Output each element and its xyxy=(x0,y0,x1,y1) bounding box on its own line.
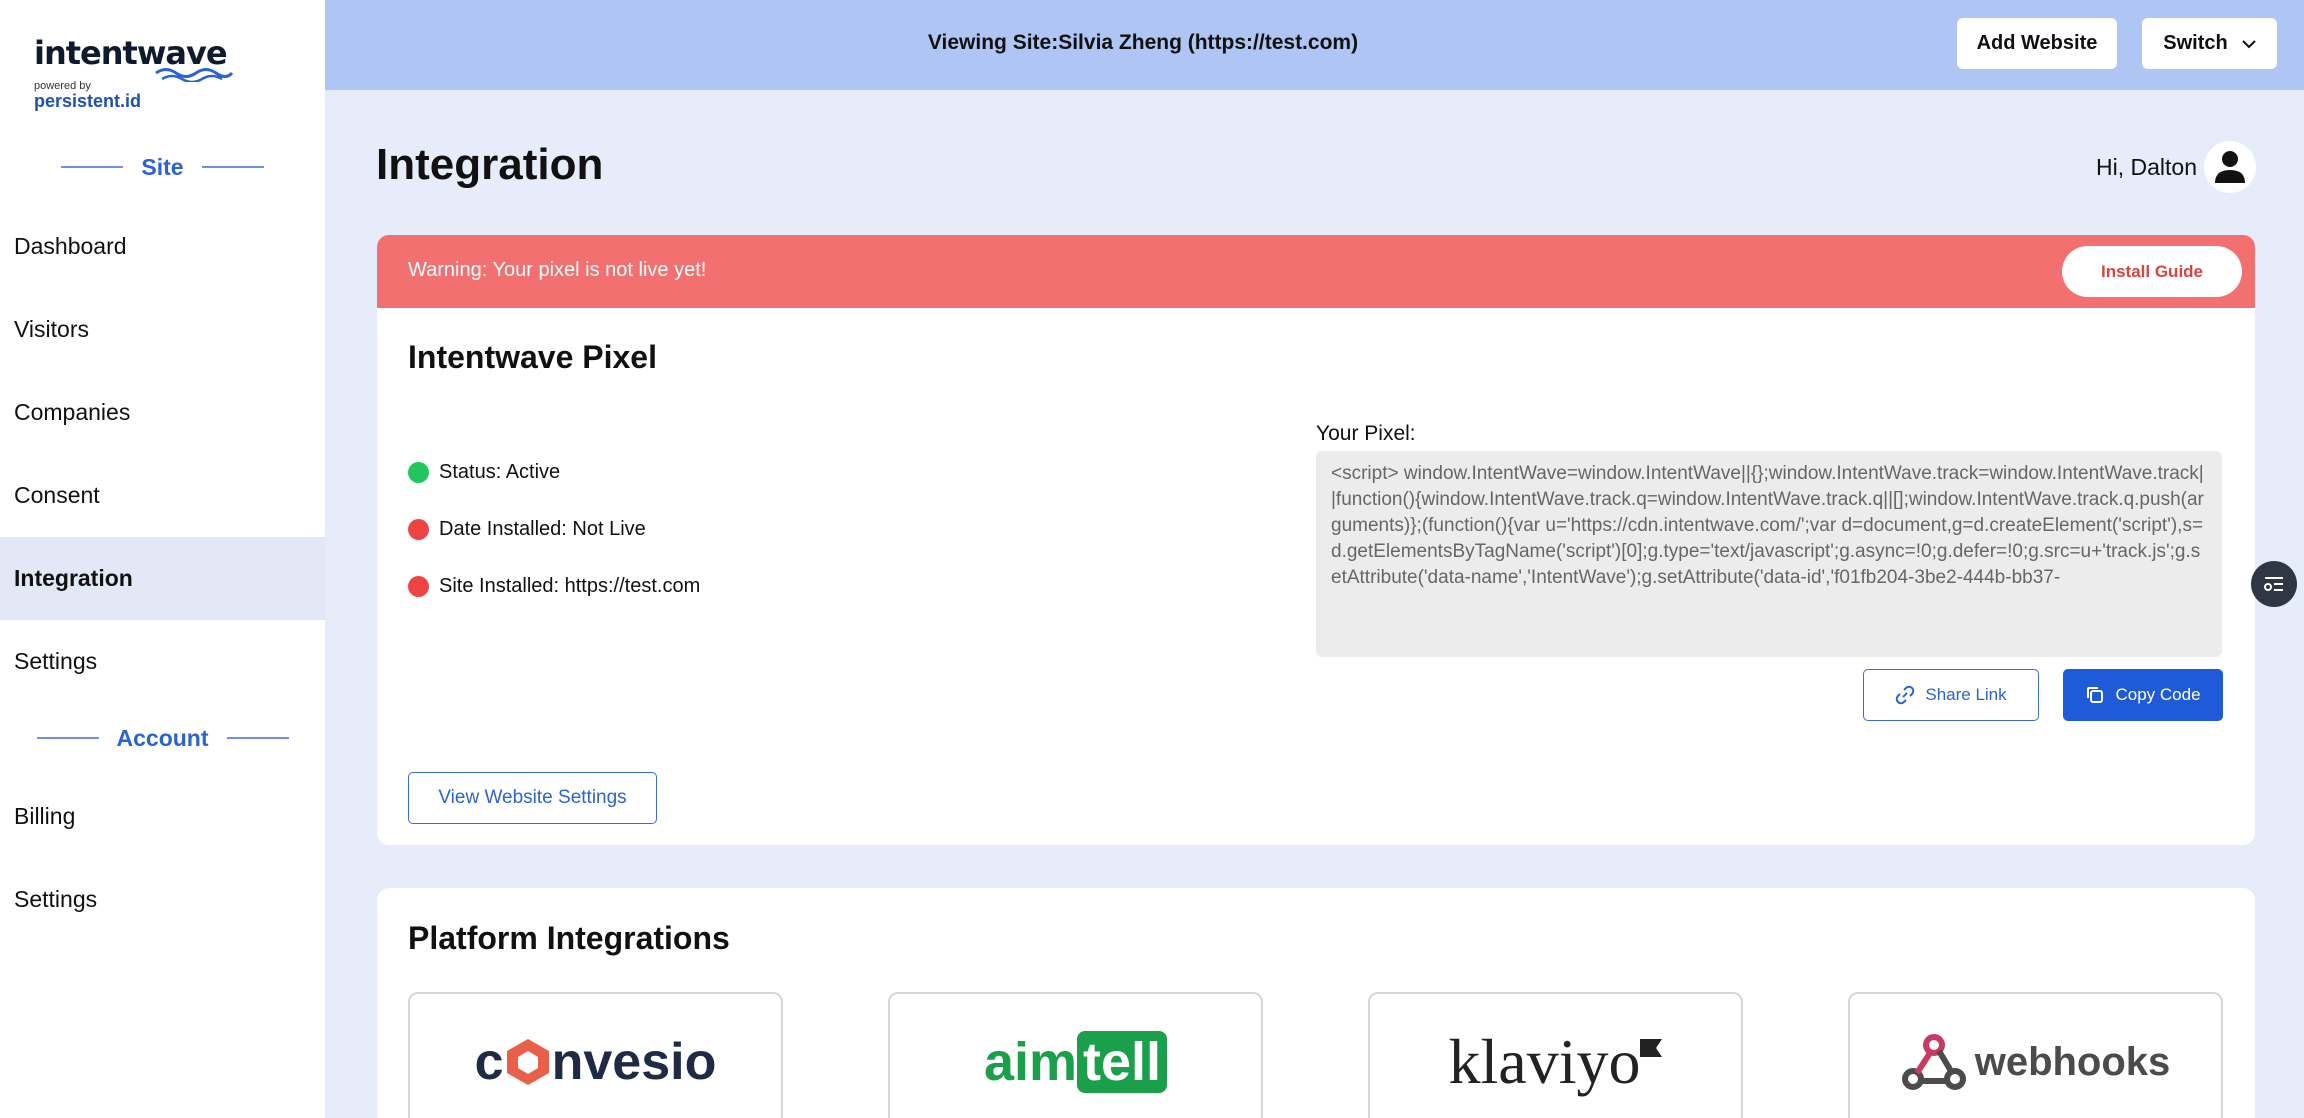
warning-text: Warning: Your pixel is not live yet! xyxy=(408,259,707,281)
copy-icon xyxy=(2087,687,2104,703)
your-pixel-label: Your Pixel: xyxy=(1316,422,1416,445)
brand-sub: persistent.id xyxy=(34,91,142,111)
page-title: Integration xyxy=(376,140,604,189)
aimtell-logo-badge: tell xyxy=(1077,1031,1168,1093)
sidebar-item-account-settings[interactable]: Settings xyxy=(0,858,325,941)
brand-logo[interactable]: intentwave powered by persistent.id xyxy=(34,34,234,114)
filter-list-icon xyxy=(2264,577,2283,591)
filter-list-button[interactable] xyxy=(2251,561,2297,607)
status-row: Status: Active xyxy=(408,461,560,484)
webhooks-logo: webhooks xyxy=(1901,1031,2171,1093)
copy-code-label: Copy Code xyxy=(2115,685,2201,704)
status-inactive-dot-icon xyxy=(408,576,429,597)
section-site: Site xyxy=(0,150,325,184)
sidebar: intentwave powered by persistent.id Site… xyxy=(0,0,325,1118)
divider xyxy=(36,737,99,739)
divider xyxy=(201,166,264,168)
status-text: Status: Active xyxy=(439,461,561,483)
platform-integrations-title: Platform Integrations xyxy=(408,920,730,956)
share-link-label: Share Link xyxy=(1925,685,2007,704)
section-account: Account xyxy=(0,721,325,755)
avatar[interactable] xyxy=(2204,141,2256,193)
top-bar: Viewing Site:Silvia Zheng (https://test.… xyxy=(325,0,2304,90)
chevron-down-icon xyxy=(2242,39,2256,48)
convesio-logo-prefix: c xyxy=(474,1033,504,1091)
view-website-settings-button[interactable]: View Website Settings xyxy=(408,772,657,824)
cube-icon xyxy=(506,1039,549,1085)
switch-button[interactable]: Switch xyxy=(2142,18,2277,69)
sidebar-item-visitors[interactable]: Visitors xyxy=(0,288,325,371)
install-guide-button[interactable]: Install Guide xyxy=(2062,246,2242,297)
integration-tile-klaviyo[interactable]: klaviyo xyxy=(1368,992,1743,1118)
wave-icon xyxy=(155,68,234,82)
klaviyo-logo-text: klaviyo xyxy=(1448,1026,1641,1097)
date-installed-text: Date Installed: Not Live xyxy=(439,518,646,540)
user-greeting: Hi, Dalton xyxy=(2096,154,2197,180)
sidebar-item-settings[interactable]: Settings xyxy=(0,620,325,703)
switch-label: Switch xyxy=(2163,32,2228,54)
viewing-site-label: Viewing Site:Silvia Zheng (https://test.… xyxy=(927,31,1359,54)
klaviyo-logo: klaviyo xyxy=(1449,1025,1663,1099)
integration-tile-aimtell[interactable]: aim tell xyxy=(888,992,1263,1118)
pixel-card: Warning: Your pixel is not live yet! Ins… xyxy=(377,235,2255,845)
site-installed-text: Site Installed: https://test.com xyxy=(439,575,701,597)
convesio-logo-suffix: nvesio xyxy=(551,1033,717,1091)
webhooks-label: webhooks xyxy=(1974,1039,2171,1084)
platform-integrations-card: Platform Integrations c nvesio aim tell … xyxy=(377,888,2255,1118)
pixel-code-box[interactable]: <script> window.IntentWave=window.Intent… xyxy=(1316,451,2222,657)
link-icon xyxy=(1896,685,1915,705)
date-installed-row: Date Installed: Not Live xyxy=(408,518,646,541)
section-site-label: Site xyxy=(141,153,184,180)
sidebar-item-dashboard[interactable]: Dashboard xyxy=(0,205,325,288)
webhooks-icon xyxy=(1901,1034,1966,1090)
copy-code-button[interactable]: Copy Code xyxy=(2063,669,2223,721)
status-inactive-dot-icon xyxy=(408,519,429,540)
aimtell-logo: aim tell xyxy=(983,1031,1168,1093)
share-link-button[interactable]: Share Link xyxy=(1863,669,2039,721)
section-account-label: Account xyxy=(116,724,209,751)
convesio-logo: c nvesio xyxy=(475,1032,717,1092)
sidebar-item-companies[interactable]: Companies xyxy=(0,371,325,454)
sidebar-item-billing[interactable]: Billing xyxy=(0,775,325,858)
flag-icon xyxy=(1640,1039,1663,1057)
status-active-dot-icon xyxy=(408,462,429,483)
user-icon xyxy=(2215,151,2245,183)
aimtell-logo-prefix: aim xyxy=(983,1032,1078,1092)
divider xyxy=(61,166,124,168)
sidebar-item-integration[interactable]: Integration xyxy=(0,537,325,620)
add-website-button[interactable]: Add Website xyxy=(1957,18,2117,69)
site-installed-row: Site Installed: https://test.com xyxy=(408,575,700,598)
integration-tile-webhooks[interactable]: webhooks xyxy=(1848,992,2223,1118)
sidebar-item-consent[interactable]: Consent xyxy=(0,454,325,537)
divider xyxy=(226,737,289,739)
warning-banner: Warning: Your pixel is not live yet! Ins… xyxy=(377,235,2255,308)
integration-tile-convesio[interactable]: c nvesio xyxy=(408,992,783,1118)
pixel-card-title: Intentwave Pixel xyxy=(408,339,657,375)
